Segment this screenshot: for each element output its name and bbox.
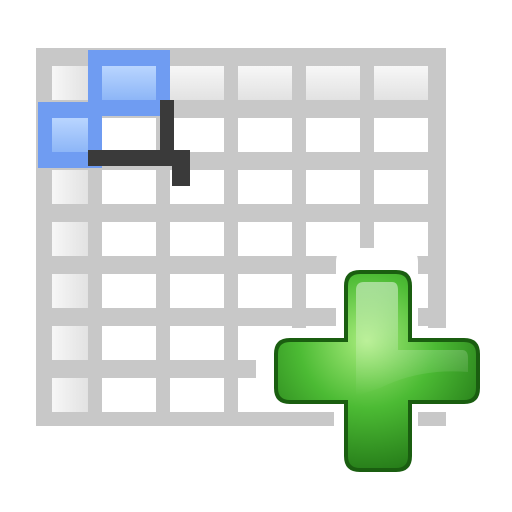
table-cell <box>374 170 428 204</box>
table-cell <box>52 222 88 256</box>
table-cell <box>170 118 224 152</box>
table-cell <box>102 274 156 308</box>
table-cell <box>238 222 292 256</box>
table-cell <box>52 326 88 360</box>
table-cell <box>238 66 292 100</box>
table-cell <box>102 326 156 360</box>
table-cell <box>102 378 156 412</box>
table-cell <box>52 66 88 100</box>
table-cell <box>102 170 156 204</box>
table-cell <box>374 118 428 152</box>
icon-canvas <box>0 0 512 512</box>
table-cell <box>102 222 156 256</box>
table-cell <box>238 274 292 308</box>
table-cell <box>238 118 292 152</box>
table-cell <box>170 222 224 256</box>
highlighted-cell <box>52 118 88 152</box>
table-cell <box>374 66 428 100</box>
table-cell <box>306 118 360 152</box>
table-cell <box>170 378 224 412</box>
table-cell <box>52 170 88 204</box>
table-cell <box>52 274 88 308</box>
table-cell <box>52 378 88 412</box>
table-cell <box>102 118 156 152</box>
table-cell <box>170 66 224 100</box>
table-cell <box>170 326 224 360</box>
table-cell <box>238 170 292 204</box>
highlighted-cell <box>102 66 156 100</box>
table-cell <box>306 66 360 100</box>
insert-table-icon <box>36 48 494 488</box>
table-cell <box>306 170 360 204</box>
table-cell <box>170 274 224 308</box>
